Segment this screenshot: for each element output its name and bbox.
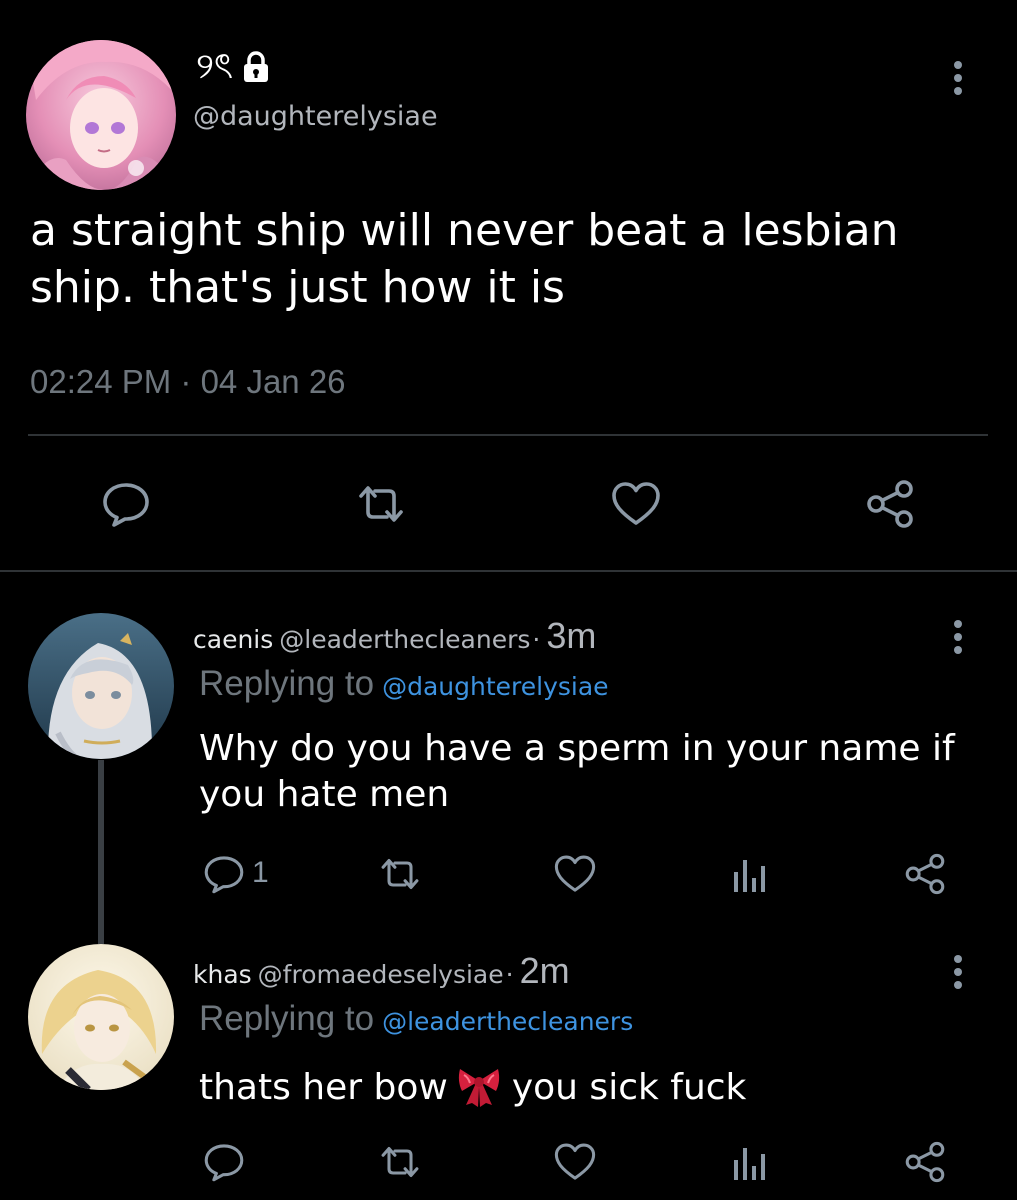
comment-icon[interactable]: [202, 1140, 246, 1184]
display-name[interactable]: ୨ৎ: [196, 42, 273, 92]
separator-dot: ·: [505, 960, 514, 989]
reply-text: thats her bow you sick fuck: [199, 1061, 979, 1111]
thread-connector: [98, 760, 104, 944]
like-icon[interactable]: [610, 478, 662, 530]
comment-count: 1: [252, 856, 269, 889]
reply-text-before: thats her bow: [199, 1067, 448, 1108]
replying-to: Replying to @daughterelysiae: [199, 664, 609, 704]
like-icon[interactable]: [553, 852, 597, 896]
avatar-leaderthecleaners[interactable]: [28, 613, 174, 759]
like-icon[interactable]: [553, 1140, 597, 1184]
replying-to: Replying to @leaderthecleaners: [199, 999, 633, 1039]
share-icon[interactable]: [903, 852, 947, 896]
reply-text-after: you sick fuck: [511, 1067, 747, 1108]
reply-timestamp[interactable]: 3m: [546, 615, 596, 657]
divider: [28, 434, 988, 436]
replying-to-handle[interactable]: @daughterelysiae: [382, 672, 608, 701]
more-options-icon[interactable]: [940, 952, 976, 992]
comment-icon[interactable]: [202, 852, 246, 896]
divider: [0, 570, 1017, 572]
share-icon[interactable]: [903, 1140, 947, 1184]
reply-author-handle[interactable]: @leaderthecleaners: [279, 625, 530, 654]
retweet-icon[interactable]: [378, 852, 422, 896]
replying-to-label: Replying to: [199, 999, 375, 1038]
avatar-fromaedeselysiae[interactable]: [28, 944, 174, 1090]
reply-text: Why do you have a sperm in your name if …: [199, 728, 955, 815]
more-options-icon[interactable]: [940, 58, 976, 98]
reply-header: caenis @leaderthecleaners · 3m: [193, 615, 596, 661]
lock-icon: [239, 50, 273, 84]
display-name-glyphs: ୨ৎ: [196, 46, 234, 87]
reply-author-name[interactable]: caenis: [193, 625, 273, 654]
reply-author-handle[interactable]: @fromaedeselysiae: [258, 960, 504, 989]
share-icon[interactable]: [864, 478, 916, 530]
comment-icon[interactable]: [100, 478, 152, 530]
author-handle[interactable]: @daughterelysiae: [193, 100, 438, 134]
avatar-daughterelysiae[interactable]: [26, 40, 176, 190]
replying-to-handle[interactable]: @leaderthecleaners: [382, 1007, 633, 1036]
retweet-icon[interactable]: [378, 1140, 422, 1184]
reply-timestamp[interactable]: 2m: [520, 950, 570, 992]
tweet-timestamp[interactable]: 02:24 PM · 04 Jan 26: [30, 360, 346, 404]
reply-author-name[interactable]: khas: [193, 960, 252, 989]
tweet-text: a straight ship will never beat a lesbia…: [30, 205, 899, 313]
separator-dot: ·: [532, 625, 541, 654]
analytics-icon[interactable]: [728, 1140, 772, 1184]
replying-to-label: Replying to: [199, 664, 375, 703]
analytics-icon[interactable]: [728, 852, 772, 896]
retweet-icon[interactable]: [355, 478, 407, 530]
reply-header: khas @fromaedeselysiae · 2m: [193, 950, 570, 996]
more-options-icon[interactable]: [940, 617, 976, 657]
ribbon-bow-icon: [456, 1061, 502, 1107]
